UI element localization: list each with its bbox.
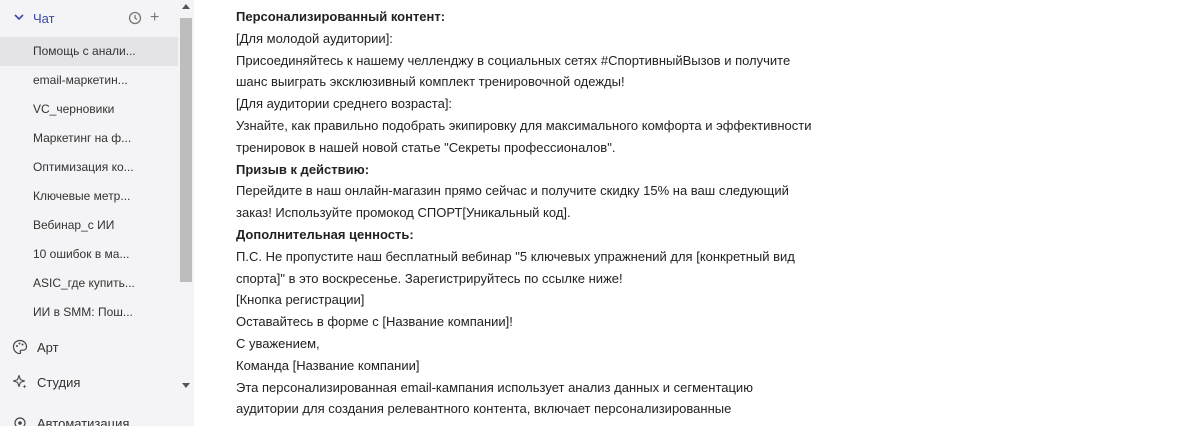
sidebar-item-label: Автоматизация	[37, 415, 130, 426]
message-line: Перейдите в наш онлайн-магазин прямо сей…	[236, 183, 789, 199]
chat-list: Помощь с анали... email-маркетин... VC_ч…	[0, 37, 178, 327]
automation-icon	[14, 417, 26, 426]
section-heading: Персонализированный контент:	[236, 9, 446, 24]
chat-list-item[interactable]: ASIC_где купить...	[0, 269, 178, 298]
chat-list-item[interactable]: Оптимизация ко...	[0, 153, 178, 182]
chat-section-header[interactable]: Чат +	[0, 6, 178, 32]
message-line: [Для молодой аудитории]:	[236, 30, 393, 46]
message-line: Команда [Название компании]	[236, 357, 420, 373]
section-heading: Призыв к действию:	[236, 161, 370, 177]
message-content: Персонализированный контент: [Для молодо…	[236, 6, 856, 420]
message-line: [Кнопка регистрации]	[236, 292, 365, 308]
chat-list-item[interactable]: email-маркетин...	[0, 66, 178, 95]
app-window: Чат + Помощь с анали... email-маркетин..…	[0, 0, 1200, 426]
chat-list-item[interactable]: Помощь с анали...	[0, 37, 178, 66]
message-line: С уважением,	[236, 335, 320, 351]
message-line: Эта персонализированная email-кампания и…	[236, 379, 753, 395]
sidebar-item-studio[interactable]: Студия	[0, 369, 178, 395]
message-line: [Для аудитории среднего возраста]:	[236, 96, 453, 112]
message-line: шанс выиграть эксклюзивный комплект трен…	[236, 74, 625, 90]
chevron-down-icon[interactable]	[13, 11, 25, 23]
palette-icon	[12, 339, 28, 355]
history-icon[interactable]	[128, 11, 142, 25]
chat-list-item[interactable]: Маркетинг на ф...	[0, 124, 178, 153]
sidebar-item-automation[interactable]: Автоматизация	[0, 410, 178, 426]
new-chat-plus-icon[interactable]: +	[150, 10, 159, 26]
chat-list-item[interactable]: ИИ в SMM: Пош...	[0, 298, 178, 327]
message-line: аудитории для создания релевантного конт…	[236, 401, 732, 417]
chat-list-item[interactable]: Ключевые метр...	[0, 182, 178, 211]
sidebar-item-art[interactable]: Арт	[0, 334, 178, 360]
scroll-up-arrow-icon[interactable]	[182, 4, 190, 9]
message-line: П.С. Не пропустите наш бесплатный вебина…	[236, 248, 795, 264]
section-heading: Дополнительная ценность:	[236, 226, 414, 242]
sidebar: Чат + Помощь с анали... email-маркетин..…	[0, 0, 178, 426]
scroll-thumb[interactable]	[180, 18, 192, 282]
sparkle-icon	[12, 374, 27, 389]
chat-list-item[interactable]: VC_черновики	[0, 95, 178, 124]
chat-list-item[interactable]: 10 ошибок в ма...	[0, 240, 178, 269]
chat-list-item[interactable]: Вебинар_с ИИ	[0, 211, 178, 240]
message-line: Оставайтесь в форме с [Название компании…	[236, 314, 513, 330]
message-line: Присоединяйтесь к нашему челленджу в соц…	[236, 52, 791, 68]
sidebar-item-label: Арт	[37, 339, 59, 355]
message-line: тренировок в нашей новой статье "Секреты…	[236, 139, 616, 155]
message-line: Узнайте, как правильно подобрать экипиро…	[236, 117, 812, 133]
sidebar-item-label: Студия	[37, 374, 81, 390]
scroll-down-arrow-icon[interactable]	[182, 383, 190, 388]
sidebar-scrollbar[interactable]	[178, 0, 194, 426]
chat-section-label[interactable]: Чат	[33, 11, 55, 26]
message-line: спорта]" в это воскресенье. Зарегистриру…	[236, 270, 623, 286]
message-line: заказ! Используйте промокод СПОРТ[Уникал…	[236, 205, 571, 221]
